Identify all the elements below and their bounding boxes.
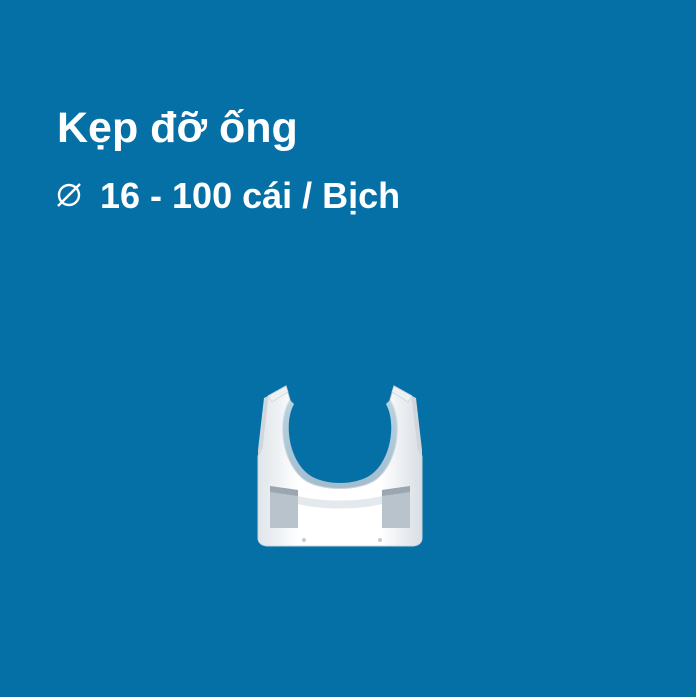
- product-title: Kẹp đỡ ống: [57, 104, 298, 152]
- product-spec: 16 - 100 cái / Bịch: [100, 175, 401, 216]
- diameter-icon: [54, 174, 86, 218]
- pipe-clip-image: [257, 385, 423, 547]
- product-card: Kẹp đỡ ống 16 - 100 cái / Bịch: [0, 0, 696, 697]
- product-spec-row: 16 - 100 cái / Bịch: [54, 174, 400, 218]
